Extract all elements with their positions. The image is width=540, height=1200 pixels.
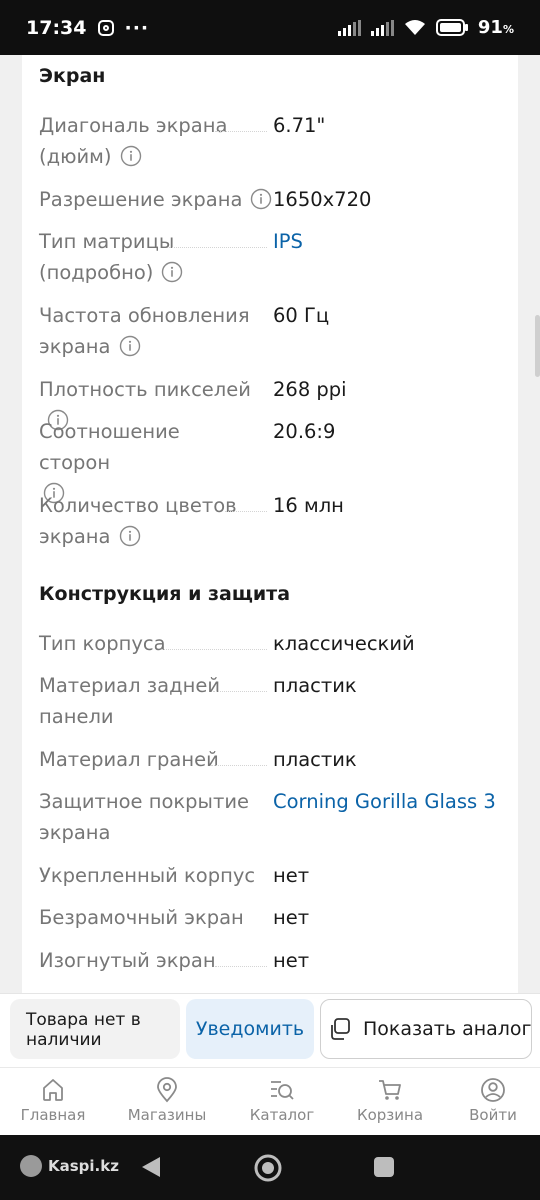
spec-value: 268 ppi [273, 378, 347, 401]
spec-label: Защитное покрытие экрана [39, 790, 249, 844]
spec-label: Количество цветов экрана [39, 494, 237, 548]
spec-value-link[interactable]: Corning Gorilla Glass 3 [273, 786, 496, 817]
spec-value: нет [273, 906, 310, 929]
kaspi-brand: Kaspi.kz [20, 1155, 119, 1177]
wifi-icon [404, 19, 426, 36]
spec-label: Частота обновления экрана [39, 304, 250, 358]
spec-value: пластик [273, 674, 357, 697]
spec-label: Изогнутый экран [39, 949, 216, 972]
spec-value-link[interactable]: IPS [273, 226, 303, 257]
spec-label: Безрамочный экран [39, 906, 244, 929]
spec-label: Тип корпуса [39, 632, 166, 655]
cart-icon [379, 1080, 401, 1100]
tab-cart[interactable]: Корзина [340, 1068, 440, 1136]
info-icon[interactable] [119, 335, 141, 357]
copy-icon [331, 1018, 350, 1040]
dotted-leader [225, 511, 267, 512]
battery-icon [435, 19, 468, 36]
spec-value: нет [273, 864, 310, 887]
spec-label: Материал граней [39, 748, 219, 771]
specs-card: Экран Диагональ экрана (дюйм) 6.71" Разр… [22, 55, 518, 995]
status-time: 17:34 [26, 16, 87, 39]
out-of-stock-notice: Товара нет в наличии [10, 999, 180, 1059]
tab-stores[interactable]: Магазины [117, 1068, 217, 1136]
spec-label: Диагональ экрана (дюйм) [39, 114, 228, 168]
home-button-icon[interactable] [253, 1153, 283, 1183]
spec-label: Укрепленный корпус [39, 864, 256, 887]
spec-value: 6.71" [273, 114, 326, 137]
dotted-leader [215, 966, 267, 967]
spec-label: Материал задней панели [39, 674, 221, 728]
info-icon[interactable] [161, 261, 183, 283]
section-title-screen: Экран [39, 65, 106, 87]
more-notifications-icon: ··· [124, 16, 150, 39]
spec-value: 60 Гц [273, 304, 330, 327]
dotted-leader [169, 247, 267, 248]
dotted-leader [161, 649, 267, 650]
tab-home[interactable]: Главная [3, 1068, 103, 1136]
spec-label: Тип матрицы (подробно) [39, 226, 253, 288]
system-nav-bar: Kaspi.kz [0, 1135, 540, 1200]
recent-apps-icon[interactable] [374, 1157, 394, 1177]
catalog-search-icon [271, 1081, 294, 1100]
spec-value: классический [273, 632, 415, 655]
spec-value: нет [273, 949, 310, 972]
tab-catalog[interactable]: Каталог [232, 1068, 332, 1136]
info-icon[interactable] [250, 188, 272, 210]
back-icon[interactable] [140, 1155, 162, 1179]
bottom-tab-bar: Главная Магазины Каталог Корзина Войти [0, 1067, 540, 1135]
signal-icon [370, 19, 394, 36]
show-analogs-label: Показать аналоги [363, 1018, 532, 1040]
status-bar: 17:34 ··· 91% [0, 0, 540, 55]
info-icon[interactable] [119, 525, 141, 547]
signal-icon [337, 19, 361, 36]
battery-percent: 91% [477, 17, 514, 38]
notify-button[interactable]: Уведомить [186, 999, 314, 1059]
spec-label: Разрешение экрана [39, 184, 279, 215]
specs-scroll-area[interactable]: Экран Диагональ экрана (дюйм) 6.71" Разр… [0, 55, 540, 995]
user-icon [481, 1078, 505, 1102]
show-analogs-button[interactable]: Показать аналоги [320, 999, 532, 1059]
spec-value: пластик [273, 748, 357, 771]
tab-login[interactable]: Войти [443, 1068, 540, 1136]
kaspi-logo-icon [20, 1155, 42, 1177]
section-title-construction: Конструкция и защита [39, 583, 291, 605]
dotted-leader [211, 765, 267, 766]
purchase-action-bar: Товара нет в наличии Уведомить Показать … [0, 993, 540, 1067]
home-icon [43, 1079, 63, 1101]
scrollbar-thumb[interactable] [535, 315, 540, 377]
spec-value: 20.6:9 [273, 420, 336, 443]
spec-value: 1650x720 [273, 188, 372, 211]
info-icon[interactable] [120, 145, 142, 167]
instagram-icon [98, 19, 115, 36]
spec-value: 16 млн [273, 494, 344, 517]
dotted-leader [213, 691, 267, 692]
dotted-leader [215, 131, 267, 132]
location-pin-icon [157, 1077, 177, 1103]
